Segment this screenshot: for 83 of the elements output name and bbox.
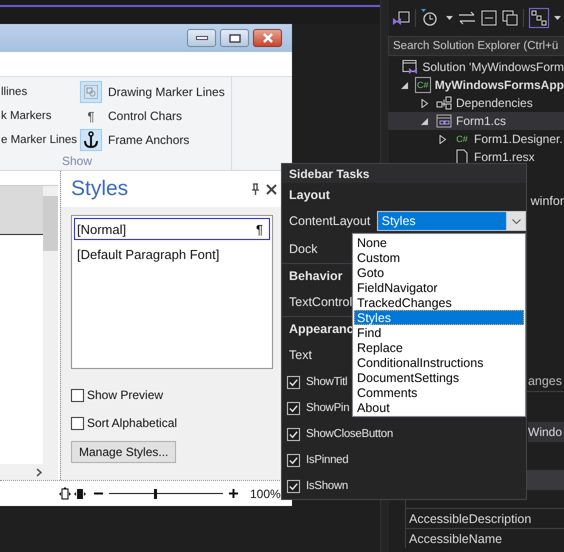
section-heading: Appearanc	[289, 322, 354, 336]
close-button[interactable]	[253, 29, 282, 47]
zoom-in-icon[interactable]	[229, 489, 238, 498]
section-heading: Layout	[289, 188, 330, 202]
dropdown-option[interactable]: FieldNavigator	[354, 280, 524, 295]
solution-icon	[402, 59, 418, 75]
style-item[interactable]: [Normal] ¶	[74, 218, 270, 240]
caret-icon[interactable]	[554, 16, 561, 20]
dropdown-option[interactable]: Replace	[354, 340, 524, 355]
checkbox-label: ShowCloseButton	[306, 428, 393, 440]
csharp-project-icon: C#	[414, 77, 431, 93]
field-label: ContentLayout	[289, 214, 372, 228]
caret-icon[interactable]	[446, 16, 453, 20]
maximize-button[interactable]	[220, 29, 249, 47]
combo-box[interactable]: Styles	[376, 211, 526, 231]
dropdown-option[interactable]: None	[354, 235, 524, 250]
panel-title: Sidebar Tasks	[289, 166, 370, 180]
close-icon[interactable]	[266, 184, 277, 194]
tree-item[interactable]: winfor	[530, 194, 564, 208]
marker-lines-icon[interactable]	[80, 81, 102, 103]
tree-item[interactable]: C# MyWindowsFormsApp	[388, 76, 564, 94]
pin-icon[interactable]	[251, 183, 260, 195]
maximize-icon	[228, 34, 240, 42]
dropdown-option[interactable]: Goto	[354, 265, 524, 280]
dropdown-option[interactable]: ConditionalInstructions	[354, 355, 524, 370]
vertical-scrollbar[interactable]	[43, 186, 58, 464]
zoom-slider[interactable]	[109, 486, 223, 500]
checkbox-label: ShowTitl	[306, 376, 348, 388]
collapsed-arrow-icon[interactable]	[421, 98, 429, 108]
checkbox[interactable]	[71, 388, 84, 402]
group-label: Show	[61, 154, 94, 168]
tree-item[interactable]: Form1.cs	[388, 112, 564, 130]
collapsed-arrow-icon[interactable]	[439, 134, 447, 144]
expanded-arrow-icon[interactable]	[401, 80, 410, 90]
style-item[interactable]: [Default Paragraph Font]	[74, 243, 270, 265]
sync-icon[interactable]	[458, 11, 476, 25]
checkbox-label: IsPinned	[306, 454, 348, 466]
collapse-all-icon[interactable]	[481, 10, 497, 26]
solution-icon[interactable]	[392, 9, 410, 27]
close-icon	[262, 33, 274, 43]
checkbox-label: Show Preview	[87, 388, 164, 402]
dropdown-option[interactable]: Comments	[354, 385, 524, 400]
property-name: AccessibleDescription	[409, 512, 532, 526]
pilcrow-icon[interactable]: ¶	[80, 105, 102, 127]
ribbon-option[interactable]: k Markers	[1, 104, 52, 128]
ribbon-option[interactable]: Drawing Marker Lines	[108, 85, 225, 99]
document-page	[0, 186, 43, 235]
page-navigation-icon[interactable]	[58, 486, 88, 500]
ribbon-option[interactable]: e Marker Lines	[1, 128, 78, 152]
ribbon-option[interactable]: Frame Anchors	[108, 133, 190, 147]
ribbon-option[interactable]: Control Chars	[108, 109, 182, 123]
tree-item[interactable]: C# Form1.Designer.	[388, 130, 564, 148]
manage-styles-button[interactable]: Manage Styles...	[71, 441, 176, 463]
scroll-right-icon[interactable]	[36, 468, 42, 476]
dropdown-option[interactable]: TrackedChanges	[354, 295, 524, 310]
tree-item[interactable]: Solution 'MyWindowsForm	[388, 58, 564, 76]
sidebar-title: Styles	[71, 177, 128, 201]
form-icon	[436, 113, 452, 129]
hierarchy-toggle[interactable]	[529, 8, 549, 28]
minimize-icon	[196, 35, 208, 41]
ribbon-option[interactable]: llines	[1, 80, 28, 104]
copy-windows-icon[interactable]	[502, 10, 518, 26]
dropdown-option[interactable]: About	[354, 400, 524, 415]
search-field[interactable]: Search Solution Explorer (Ctrl+ü	[388, 36, 564, 56]
property-name: AccessibleName	[409, 532, 502, 546]
dropdown-option[interactable]: Find	[354, 325, 524, 340]
dropdown-option[interactable]: Styles	[354, 310, 524, 325]
zoom-percentage: 100%	[250, 486, 281, 500]
object-selector[interactable]: Windo	[528, 422, 564, 442]
section-heading: Behavior	[289, 269, 342, 283]
checkbox[interactable]	[71, 416, 84, 430]
dropdown-option[interactable]: DocumentSettings	[354, 370, 524, 385]
properties-tab[interactable]: anges	[528, 374, 562, 388]
expanded-arrow-icon[interactable]	[421, 116, 429, 126]
checkbox-label: Sort Alphabetical	[87, 416, 178, 430]
csharp-file-icon: C#	[454, 131, 470, 147]
checkbox-label: ShowPin	[306, 402, 350, 414]
dropdown-option[interactable]: Custom	[354, 250, 524, 265]
dependencies-icon	[436, 95, 452, 111]
minimize-button[interactable]	[187, 29, 216, 47]
tree-item[interactable]: Dependencies	[388, 94, 564, 112]
checkbox-label: IsShown	[306, 480, 348, 492]
anchor-icon[interactable]	[80, 129, 102, 151]
